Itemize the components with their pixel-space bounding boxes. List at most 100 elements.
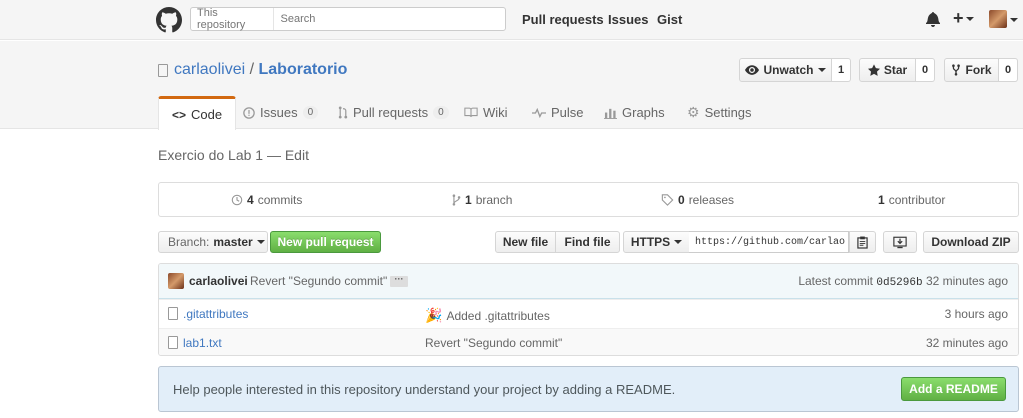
branch-icon <box>452 194 461 206</box>
star-icon <box>867 64 880 76</box>
repo-header: carlaolivei / Laboratorio Unwatch 1 Star… <box>0 41 1023 130</box>
issues-counter: 0 <box>302 106 319 119</box>
tada-icon: 🎉 <box>425 307 443 323</box>
clone-protocol-label: HTTPS <box>630 235 671 249</box>
file-commit-message: 🎉 Added .gitattributes <box>425 307 550 324</box>
tab-pulse[interactable]: Pulse <box>532 96 584 129</box>
forks-count[interactable]: 0 <box>999 58 1018 82</box>
fork-button[interactable]: Fork <box>944 58 999 82</box>
nav-pull-requests[interactable]: Pull requests <box>522 12 604 27</box>
unwatch-button[interactable]: Unwatch <box>739 58 832 82</box>
issue-icon <box>243 106 255 119</box>
commit-author-link[interactable]: carlaolivei <box>189 274 248 288</box>
tab-wiki[interactable]: Wiki <box>464 96 508 129</box>
repo-icon <box>158 64 168 77</box>
clone-protocol-select[interactable]: HTTPS <box>623 231 690 253</box>
readme-prompt: Help people interested in this repositor… <box>158 366 1019 412</box>
repo-description: Exercio do Lab 1 — Edit <box>158 147 309 163</box>
search-input[interactable] <box>273 13 505 25</box>
book-icon <box>464 107 478 117</box>
nav-gist[interactable]: Gist <box>657 12 682 27</box>
chevron-down-icon <box>674 240 683 244</box>
branch-name: master <box>213 235 253 249</box>
file-commit-message: Revert "Segundo commit" <box>425 336 562 350</box>
tab-issues[interactable]: Issues 0 <box>243 96 319 129</box>
desktop-download-icon <box>893 236 907 248</box>
search-box[interactable]: This repository <box>190 7 506 31</box>
file-age: 3 hours ago <box>944 307 1008 321</box>
nav-issues[interactable]: Issues <box>608 12 648 27</box>
tab-label: Graphs <box>622 105 665 120</box>
new-pull-request-button[interactable]: New pull request <box>270 231 381 253</box>
tab-code[interactable]: <> Code <box>158 96 237 130</box>
bell-icon[interactable] <box>926 11 940 27</box>
repo-title: carlaolivei / Laboratorio <box>174 61 347 79</box>
contributors-link[interactable]: 1 contributor <box>878 193 945 207</box>
tab-label: Pull requests <box>353 105 429 120</box>
numbers-summary: 4 commits 1 branch 0 releases 1 contribu… <box>158 182 1019 217</box>
graph-icon <box>604 108 617 119</box>
repo-name-link[interactable]: Laboratorio <box>259 61 348 78</box>
chevron-down-icon <box>817 68 826 72</box>
avatar[interactable] <box>989 10 1007 28</box>
commits-count: 4 <box>247 193 254 207</box>
table-row: lab1.txt Revert "Segundo commit" 32 minu… <box>159 328 1018 355</box>
add-readme-button[interactable]: Add a README <box>901 377 1006 401</box>
tab-label: Settings <box>704 105 752 120</box>
plus-icon[interactable]: + <box>953 9 974 27</box>
copy-clipboard-button[interactable] <box>849 231 876 253</box>
tab-label: Code <box>191 107 223 122</box>
github-logo-icon[interactable] <box>156 7 182 33</box>
pull-requests-counter: 0 <box>433 106 449 119</box>
site-header: This repository Pull requests Issues Gis… <box>0 0 1023 40</box>
fork-icon <box>952 64 961 76</box>
code-icon: <> <box>172 107 187 122</box>
branch-select-button[interactable]: Branch: master <box>158 231 268 253</box>
eye-icon <box>745 65 760 75</box>
table-row: .gitattributes 🎉 Added .gitattributes 3 … <box>159 299 1018 328</box>
releases-count: 0 <box>678 193 685 207</box>
latest-commit-bar: carlaolivei Revert "Segundo commit" ··· … <box>159 264 1018 299</box>
tag-icon <box>661 194 674 206</box>
branches-link[interactable]: 1 branch <box>452 193 512 207</box>
tab-label: Pulse <box>551 105 584 120</box>
tab-label: Issues <box>260 105 298 120</box>
clone-url-input[interactable]: https://github.com/carlao <box>689 231 849 253</box>
file-commit-message-link[interactable]: Revert "Segundo commit" <box>425 336 562 350</box>
star-button[interactable]: Star <box>859 58 916 82</box>
commit-message-link[interactable]: Revert "Segundo commit" <box>250 274 387 288</box>
branch-label: branch <box>475 193 513 207</box>
chevron-down-icon[interactable] <box>1010 18 1018 22</box>
releases-link[interactable]: 0 releases <box>661 193 734 207</box>
fork-label: Fork <box>965 63 992 77</box>
file-icon <box>168 307 178 320</box>
avatar[interactable] <box>168 273 184 289</box>
pulse-icon <box>532 107 546 118</box>
contributor-count: 1 <box>878 193 885 207</box>
search-scope-label: This repository <box>191 7 274 31</box>
watchers-count[interactable]: 1 <box>832 58 851 82</box>
commit-sha-link[interactable]: 0d5296b <box>876 277 922 289</box>
repo-owner-link[interactable]: carlaolivei <box>174 61 245 78</box>
star-label: Star <box>883 63 908 77</box>
file-commit-message-link[interactable]: Added .gitattributes <box>446 309 549 323</box>
file-name-link[interactable]: lab1.txt <box>183 336 222 350</box>
download-zip-button[interactable]: Download ZIP <box>923 231 1019 253</box>
readme-prompt-text: Help people interested in this repositor… <box>173 382 676 397</box>
new-file-button[interactable]: New file <box>495 231 556 253</box>
stars-count[interactable]: 0 <box>916 58 935 82</box>
clipboard-icon <box>857 236 868 249</box>
find-file-button[interactable]: Find file <box>555 231 620 253</box>
tab-pull-requests[interactable]: Pull requests 0 <box>338 96 449 129</box>
commits-label: commits <box>257 193 303 207</box>
latest-commit-info: Latest commit 0d5296b 32 minutes ago <box>798 274 1008 289</box>
tab-graphs[interactable]: Graphs <box>604 96 665 129</box>
latest-commit-label: Latest commit <box>798 274 874 288</box>
commits-link[interactable]: 4 commits <box>231 193 302 207</box>
pull-request-icon <box>338 106 348 119</box>
open-desktop-button[interactable] <box>883 231 917 253</box>
tab-settings[interactable]: ⚙ Settings <box>687 96 752 129</box>
unwatch-label: Unwatch <box>763 63 814 77</box>
expand-commit-button[interactable]: ··· <box>390 275 408 287</box>
file-name-link[interactable]: .gitattributes <box>183 307 248 321</box>
